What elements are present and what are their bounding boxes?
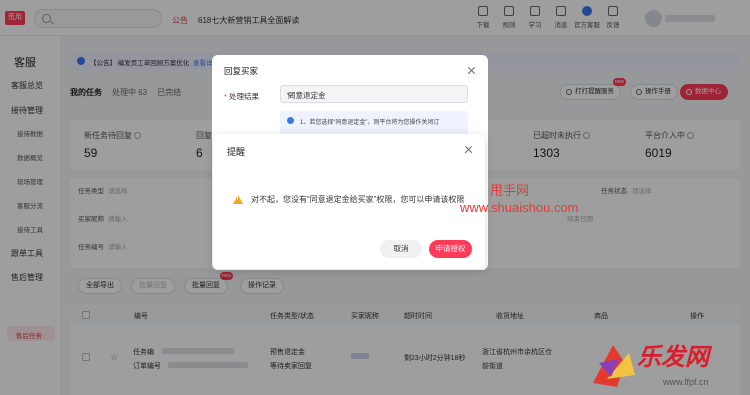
alert-dialog: 提醒 对不起，您没有“同意退定金给买家”权限，您可以申请该权限 取消 申请授权 bbox=[213, 134, 485, 269]
warning-icon bbox=[233, 195, 243, 204]
watermark-logo-text: 乐发网 bbox=[637, 344, 713, 371]
close-icon[interactable] bbox=[467, 66, 476, 75]
watermark-logo-url: www.lfpf.cn bbox=[662, 377, 709, 387]
result-select[interactable]: 同意退定金 bbox=[280, 85, 468, 103]
watermark-logo: 乐发网 www.lfpf.cn bbox=[593, 344, 713, 387]
cancel-button[interactable]: 取消 bbox=[380, 240, 422, 258]
dialog-title: 回复买家 bbox=[224, 66, 259, 76]
info-icon bbox=[287, 117, 294, 124]
alert-title: 提醒 bbox=[227, 147, 246, 157]
alert-message: 对不起，您没有“同意退定金给买家”权限，您可以申请该权限 bbox=[251, 195, 465, 204]
watermark-text: 甩手网 bbox=[490, 183, 530, 198]
apply-permission-button[interactable]: 申请授权 bbox=[429, 240, 472, 258]
result-label: * 处理结果 bbox=[224, 92, 260, 101]
watermark-url: www.shuaishou.com bbox=[460, 200, 579, 215]
close-icon[interactable] bbox=[464, 145, 473, 154]
